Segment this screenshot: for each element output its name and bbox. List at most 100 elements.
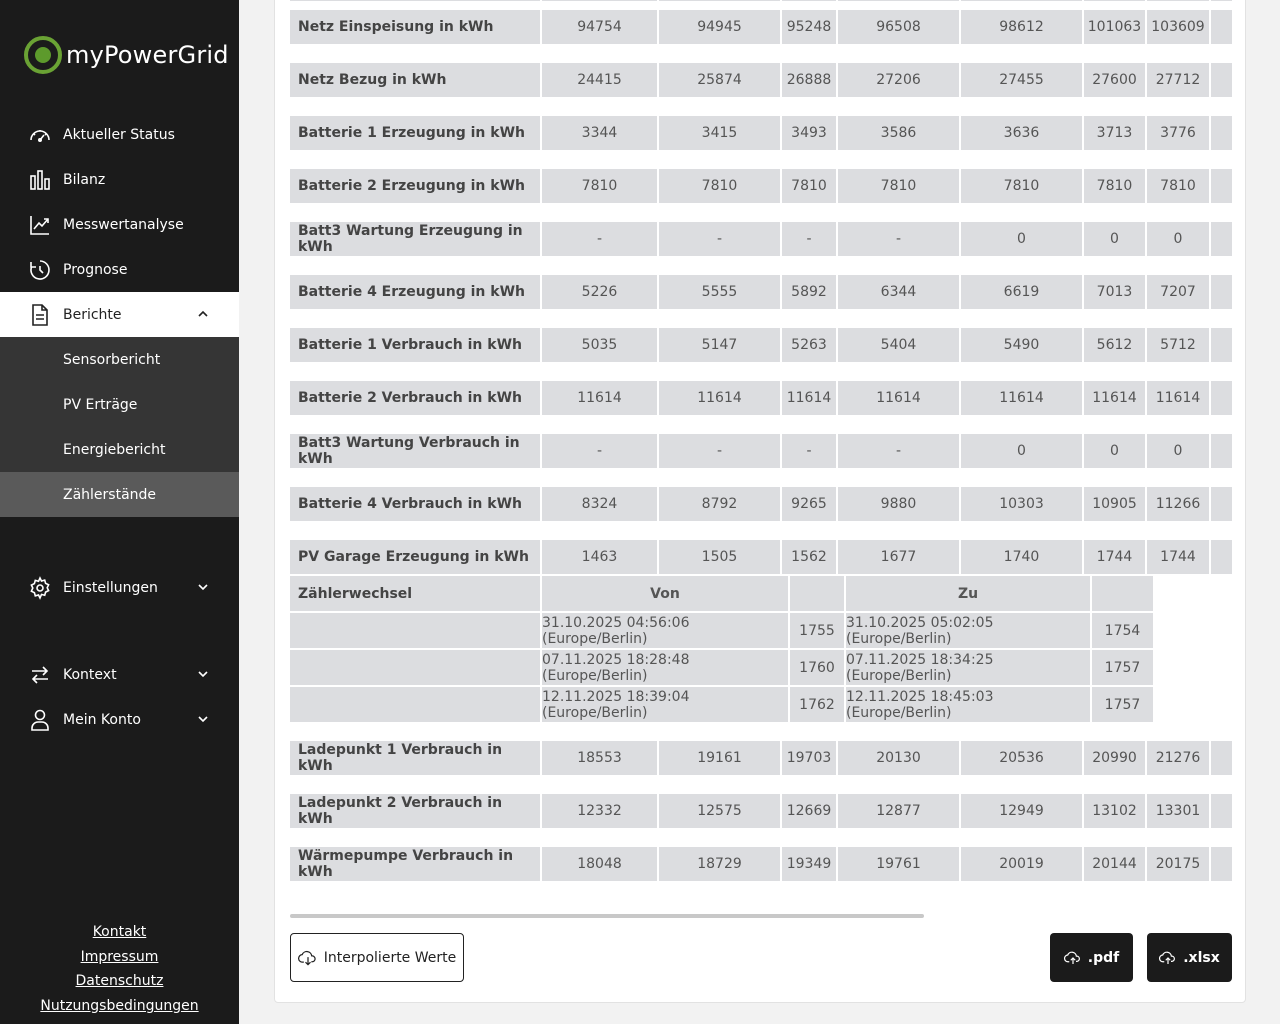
table-row: Batterie 2 Verbrauch in kWh 11614 11614 116…	[290, 381, 1232, 415]
table-cell: 5147	[659, 328, 780, 362]
table-cell: 07.11.2025 18:34:25 (Europe/Berlin)	[846, 650, 1090, 685]
nav-label: Messwertanalyse	[63, 216, 184, 233]
nav-item-messwertanalyse[interactable]: Messwertanalyse	[0, 202, 239, 247]
chevron-down-icon	[195, 666, 211, 682]
link-impressum[interactable]: Impressum	[0, 945, 239, 970]
nav-item-berichte[interactable]: Berichte	[0, 292, 239, 337]
table-cell: 1740	[961, 540, 1082, 574]
table-cell	[1147, 0, 1209, 1]
table-cell: -	[782, 222, 836, 256]
interpolated-values-button[interactable]: Interpolierte Werte	[290, 933, 464, 982]
table-cell: 1744	[1147, 540, 1209, 574]
table-cell: 3344	[542, 116, 657, 150]
table-cell: 12669	[782, 794, 836, 828]
sub-item-energiebericht[interactable]: Energiebericht	[0, 427, 239, 472]
sub-item-zaehlerstaende[interactable]: Zählerstände	[0, 472, 239, 517]
table-row: Wärmepumpe Verbrauch in kWh 18048 18729 193…	[290, 847, 1232, 881]
table-cell: 8792	[659, 487, 780, 521]
table-cell: 12575	[659, 794, 780, 828]
download-xlsx-button[interactable]: .xlsx	[1147, 933, 1232, 982]
row-label: Zählerwechsel	[290, 576, 540, 611]
table-cell: -	[838, 222, 959, 256]
table-cell: 94754	[542, 10, 657, 44]
nav-label: Prognose	[63, 261, 128, 278]
table-cell: 27455	[961, 63, 1082, 97]
meter-change-row: 12.11.2025 18:39:04 (Europe/Berlin) 1762 1…	[290, 687, 1155, 722]
table-row: Ladepunkt 1 Verbrauch in kWh 18553 19161 19…	[290, 741, 1232, 775]
sub-item-pv-ertraege[interactable]: PV Erträge	[0, 382, 239, 427]
table-row: Batterie 1 Verbrauch in kWh 5035 5147 5263 5…	[290, 328, 1232, 362]
table-cell: 20175	[1147, 847, 1209, 881]
link-datenschutz[interactable]: Datenschutz	[0, 969, 239, 994]
table-cell: 7810	[838, 169, 959, 203]
horizontal-scrollbar[interactable]	[290, 914, 924, 918]
table-cell	[1084, 0, 1145, 1]
table-cell: 10905	[1084, 487, 1145, 521]
table-cell	[1211, 434, 1232, 468]
table-cell	[1211, 328, 1232, 362]
link-kontakt[interactable]: Kontakt	[0, 920, 239, 945]
nav-label: Mein Konto	[63, 711, 141, 728]
table-cell: 1754	[1092, 613, 1153, 648]
bar-chart-icon	[28, 168, 52, 192]
meter-table[interactable]: Netz Einspeisung in kWh 94754 94945 95248 96…	[290, 0, 1232, 896]
footer-links: Kontakt Impressum Datenschutz Nutzungsbe…	[0, 920, 239, 1018]
table-cell: 5226	[542, 275, 657, 309]
table-cell: 7013	[1084, 275, 1145, 309]
table-cell: 7207	[1147, 275, 1209, 309]
table-cell	[1211, 794, 1232, 828]
table-cell	[1211, 741, 1232, 775]
link-nutzungsbedingungen[interactable]: Nutzungsbedingungen	[0, 994, 239, 1019]
nav-item-einstellungen[interactable]: Einstellungen	[0, 565, 239, 610]
download-pdf-button[interactable]: .pdf	[1050, 933, 1133, 982]
nav-item-aktueller-status[interactable]: Aktueller Status	[0, 112, 239, 157]
row-label: Netz Einspeisung in kWh	[290, 10, 540, 44]
row-label: Batterie 2 Erzeugung in kWh	[290, 169, 540, 203]
table-cell	[542, 0, 657, 1]
table-cell: 1562	[782, 540, 836, 574]
table-cell: 07.11.2025 18:28:48 (Europe/Berlin)	[542, 650, 788, 685]
chevron-down-icon	[195, 579, 211, 595]
table-cell	[290, 687, 540, 722]
nav-item-mein-konto[interactable]: Mein Konto	[0, 697, 239, 742]
table-cell: 3776	[1147, 116, 1209, 150]
nav-item-prognose[interactable]: Prognose	[0, 247, 239, 292]
table-row: Batterie 1 Erzeugung in kWh 3344 3415 3493 3…	[290, 116, 1232, 150]
table-cell: 13102	[1084, 794, 1145, 828]
table-cell: 12.11.2025 18:45:03 (Europe/Berlin)	[846, 687, 1090, 722]
table-cell: 11614	[659, 381, 780, 415]
row-label: Netz Bezug in kWh	[290, 63, 540, 97]
nav-label: Kontext	[63, 666, 117, 683]
table-cell: 26888	[782, 63, 836, 97]
table-cell: 19161	[659, 741, 780, 775]
table-cell	[1211, 487, 1232, 521]
table-cell: 19703	[782, 741, 836, 775]
nav-item-kontext[interactable]: Kontext	[0, 652, 239, 697]
table-cell: 19349	[782, 847, 836, 881]
logo[interactable]: myPowerGrid	[24, 36, 229, 74]
table-cell: 7810	[1084, 169, 1145, 203]
table-cell: 7810	[1147, 169, 1209, 203]
nav-item-bilanz[interactable]: Bilanz	[0, 157, 239, 202]
table-cell: 11614	[1147, 381, 1209, 415]
table-cell	[790, 576, 844, 611]
berichte-submenu: Sensorbericht PV Erträge Energiebericht …	[0, 337, 239, 517]
table-row	[290, 0, 1232, 1]
sub-item-sensorbericht[interactable]: Sensorbericht	[0, 337, 239, 382]
table-cell: 20019	[961, 847, 1082, 881]
table-cell: 21276	[1147, 741, 1209, 775]
logo-text: myPowerGrid	[66, 41, 229, 69]
table-cell: 19761	[838, 847, 959, 881]
nav-label: Einstellungen	[63, 579, 158, 596]
main-nav: Aktueller Status Bilanz Messwertanalyse …	[0, 112, 239, 742]
table-cell	[1211, 275, 1232, 309]
table-cell: 5404	[838, 328, 959, 362]
row-label: PV Garage Erzeugung in kWh	[290, 540, 540, 574]
table-cell: 25874	[659, 63, 780, 97]
button-label: .xlsx	[1183, 949, 1220, 966]
table-cell	[782, 0, 836, 1]
table-cell: 8324	[542, 487, 657, 521]
table-cell: 3636	[961, 116, 1082, 150]
cloud-upload-icon	[1159, 951, 1176, 964]
table-row: Batterie 4 Erzeugung in kWh 5226 5555 5892 6…	[290, 275, 1232, 309]
